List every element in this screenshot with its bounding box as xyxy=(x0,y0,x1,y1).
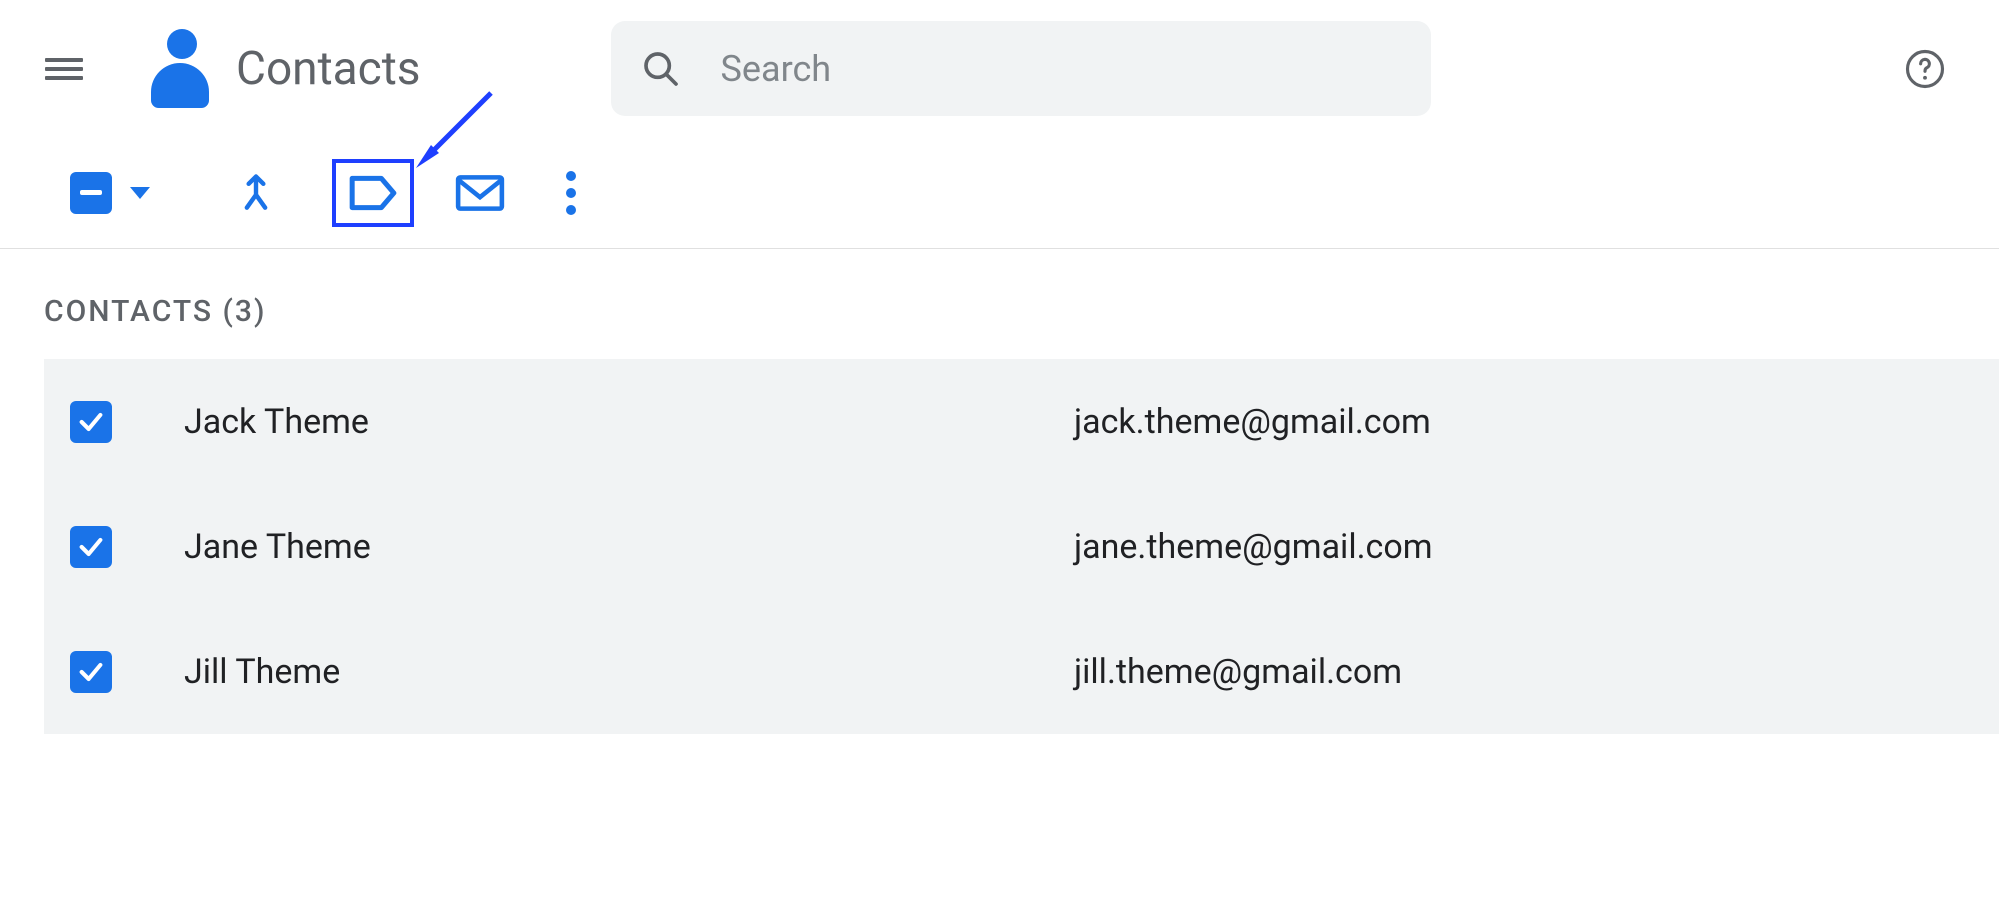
content-area: CONTACTS (3) Jack Theme jack.theme@gmail… xyxy=(0,249,1999,734)
dot-icon xyxy=(566,188,576,198)
dropdown-caret-icon xyxy=(130,187,150,199)
contact-row[interactable]: Jane Theme jane.theme@gmail.com xyxy=(44,484,1999,609)
send-email-button[interactable] xyxy=(454,167,506,219)
checkmark-icon xyxy=(77,658,105,686)
row-checkbox[interactable] xyxy=(70,401,112,443)
contact-row[interactable]: Jack Theme jack.theme@gmail.com xyxy=(44,359,1999,484)
merge-contacts-button[interactable] xyxy=(230,167,282,219)
contact-name: Jane Theme xyxy=(184,527,944,567)
selection-indeterminate-icon xyxy=(70,172,112,214)
search-icon xyxy=(641,49,681,89)
contact-row[interactable]: Jill Theme jill.theme@gmail.com xyxy=(44,609,1999,734)
contacts-section-header: CONTACTS (3) xyxy=(44,294,1999,329)
main-menu-button[interactable] xyxy=(40,45,88,93)
row-checkbox[interactable] xyxy=(70,526,112,568)
label-icon xyxy=(348,172,398,214)
row-checkbox[interactable] xyxy=(70,651,112,693)
contact-name: Jill Theme xyxy=(184,652,944,692)
search-input[interactable] xyxy=(721,48,1401,90)
hamburger-icon xyxy=(45,53,83,85)
help-button[interactable] xyxy=(1901,45,1949,93)
app-header: Contacts xyxy=(0,0,1999,137)
checkmark-icon xyxy=(77,408,105,436)
search-bar[interactable] xyxy=(611,21,1431,116)
merge-icon xyxy=(234,171,278,215)
selection-dropdown[interactable] xyxy=(70,172,150,214)
contact-email: jane.theme@gmail.com xyxy=(1074,527,1433,567)
more-actions-button[interactable] xyxy=(566,171,576,215)
app-logo-wrap: Contacts xyxy=(143,29,421,109)
selection-action-bar xyxy=(0,137,1999,249)
contact-email: jack.theme@gmail.com xyxy=(1074,402,1431,442)
checkmark-icon xyxy=(77,533,105,561)
email-icon xyxy=(455,172,505,214)
contact-email: jill.theme@gmail.com xyxy=(1074,652,1402,692)
dot-icon xyxy=(566,205,576,215)
contact-name: Jack Theme xyxy=(184,402,944,442)
app-title: Contacts xyxy=(236,42,421,96)
dot-icon xyxy=(566,171,576,181)
manage-labels-button[interactable] xyxy=(332,159,414,227)
contacts-logo-icon xyxy=(143,29,208,109)
help-icon xyxy=(1904,48,1946,90)
contacts-list: Jack Theme jack.theme@gmail.com Jane The… xyxy=(44,359,1999,734)
